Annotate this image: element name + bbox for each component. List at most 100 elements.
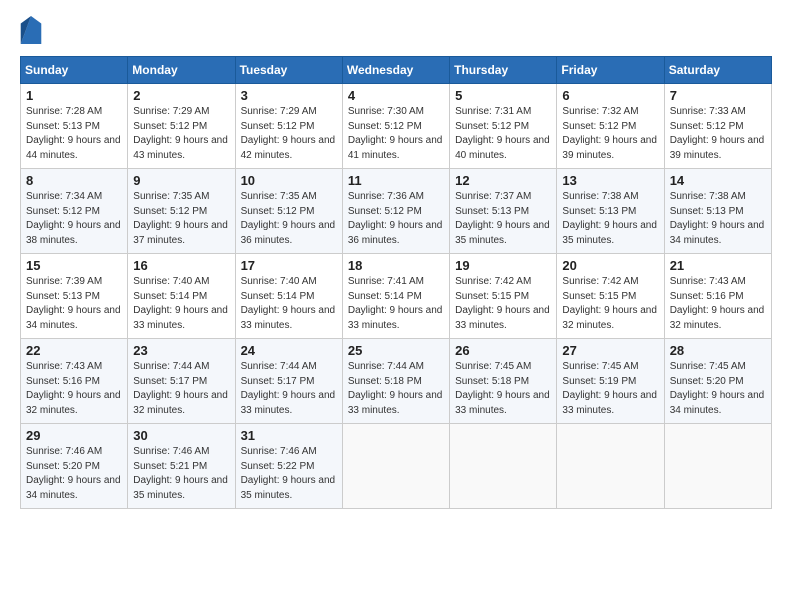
sunrise-label: Sunrise: 7:37 AM	[455, 191, 531, 202]
daylight-label: Daylight: 9 hours and 35 minutes.	[455, 220, 550, 246]
weekday-header: Monday	[128, 57, 235, 84]
daylight-label: Daylight: 9 hours and 35 minutes.	[241, 475, 336, 501]
page: SundayMondayTuesdayWednesdayThursdayFrid…	[0, 0, 792, 612]
day-number: 5	[455, 88, 551, 103]
sunset-label: Sunset: 5:13 PM	[562, 206, 636, 217]
day-number: 23	[133, 343, 229, 358]
daylight-label: Daylight: 9 hours and 40 minutes.	[455, 135, 550, 161]
day-number: 21	[670, 258, 766, 273]
daylight-label: Daylight: 9 hours and 42 minutes.	[241, 135, 336, 161]
sunset-label: Sunset: 5:20 PM	[670, 376, 744, 387]
calendar-week-row: 29 Sunrise: 7:46 AM Sunset: 5:20 PM Dayl…	[21, 424, 772, 509]
calendar-day-cell	[450, 424, 557, 509]
calendar-day-cell: 12 Sunrise: 7:37 AM Sunset: 5:13 PM Dayl…	[450, 169, 557, 254]
day-info: Sunrise: 7:44 AM Sunset: 5:18 PM Dayligh…	[348, 360, 444, 418]
sunrise-label: Sunrise: 7:45 AM	[562, 361, 638, 372]
sunrise-label: Sunrise: 7:38 AM	[562, 191, 638, 202]
daylight-label: Daylight: 9 hours and 33 minutes.	[455, 390, 550, 416]
day-number: 3	[241, 88, 337, 103]
day-info: Sunrise: 7:37 AM Sunset: 5:13 PM Dayligh…	[455, 190, 551, 248]
weekday-header: Wednesday	[342, 57, 449, 84]
day-info: Sunrise: 7:42 AM Sunset: 5:15 PM Dayligh…	[455, 275, 551, 333]
day-info: Sunrise: 7:44 AM Sunset: 5:17 PM Dayligh…	[133, 360, 229, 418]
day-info: Sunrise: 7:46 AM Sunset: 5:21 PM Dayligh…	[133, 445, 229, 503]
sunset-label: Sunset: 5:12 PM	[455, 121, 529, 132]
daylight-label: Daylight: 9 hours and 36 minutes.	[348, 220, 443, 246]
day-number: 10	[241, 173, 337, 188]
day-number: 28	[670, 343, 766, 358]
weekday-header: Friday	[557, 57, 664, 84]
sunrise-label: Sunrise: 7:33 AM	[670, 106, 746, 117]
day-number: 13	[562, 173, 658, 188]
daylight-label: Daylight: 9 hours and 39 minutes.	[670, 135, 765, 161]
sunrise-label: Sunrise: 7:30 AM	[348, 106, 424, 117]
day-number: 12	[455, 173, 551, 188]
sunset-label: Sunset: 5:21 PM	[133, 461, 207, 472]
day-number: 7	[670, 88, 766, 103]
sunset-label: Sunset: 5:16 PM	[26, 376, 100, 387]
calendar-day-cell: 19 Sunrise: 7:42 AM Sunset: 5:15 PM Dayl…	[450, 254, 557, 339]
day-info: Sunrise: 7:40 AM Sunset: 5:14 PM Dayligh…	[133, 275, 229, 333]
sunrise-label: Sunrise: 7:44 AM	[348, 361, 424, 372]
day-info: Sunrise: 7:40 AM Sunset: 5:14 PM Dayligh…	[241, 275, 337, 333]
day-number: 1	[26, 88, 122, 103]
sunset-label: Sunset: 5:18 PM	[455, 376, 529, 387]
sunset-label: Sunset: 5:12 PM	[133, 206, 207, 217]
daylight-label: Daylight: 9 hours and 34 minutes.	[670, 220, 765, 246]
daylight-label: Daylight: 9 hours and 44 minutes.	[26, 135, 121, 161]
sunrise-label: Sunrise: 7:46 AM	[241, 446, 317, 457]
sunset-label: Sunset: 5:13 PM	[26, 291, 100, 302]
sunrise-label: Sunrise: 7:31 AM	[455, 106, 531, 117]
calendar-week-row: 8 Sunrise: 7:34 AM Sunset: 5:12 PM Dayli…	[21, 169, 772, 254]
sunset-label: Sunset: 5:18 PM	[348, 376, 422, 387]
calendar-day-cell: 20 Sunrise: 7:42 AM Sunset: 5:15 PM Dayl…	[557, 254, 664, 339]
day-info: Sunrise: 7:43 AM Sunset: 5:16 PM Dayligh…	[670, 275, 766, 333]
weekday-header: Thursday	[450, 57, 557, 84]
daylight-label: Daylight: 9 hours and 34 minutes.	[670, 390, 765, 416]
sunset-label: Sunset: 5:14 PM	[348, 291, 422, 302]
daylight-label: Daylight: 9 hours and 33 minutes.	[241, 390, 336, 416]
calendar-day-cell: 21 Sunrise: 7:43 AM Sunset: 5:16 PM Dayl…	[664, 254, 771, 339]
day-info: Sunrise: 7:29 AM Sunset: 5:12 PM Dayligh…	[133, 105, 229, 163]
calendar-day-cell	[664, 424, 771, 509]
calendar-day-cell: 26 Sunrise: 7:45 AM Sunset: 5:18 PM Dayl…	[450, 339, 557, 424]
day-number: 22	[26, 343, 122, 358]
day-info: Sunrise: 7:41 AM Sunset: 5:14 PM Dayligh…	[348, 275, 444, 333]
sunset-label: Sunset: 5:13 PM	[455, 206, 529, 217]
sunrise-label: Sunrise: 7:43 AM	[670, 276, 746, 287]
daylight-label: Daylight: 9 hours and 37 minutes.	[133, 220, 228, 246]
sunset-label: Sunset: 5:15 PM	[455, 291, 529, 302]
daylight-label: Daylight: 9 hours and 38 minutes.	[26, 220, 121, 246]
calendar-day-cell: 29 Sunrise: 7:46 AM Sunset: 5:20 PM Dayl…	[21, 424, 128, 509]
day-number: 29	[26, 428, 122, 443]
day-info: Sunrise: 7:44 AM Sunset: 5:17 PM Dayligh…	[241, 360, 337, 418]
daylight-label: Daylight: 9 hours and 35 minutes.	[133, 475, 228, 501]
sunset-label: Sunset: 5:12 PM	[348, 206, 422, 217]
calendar-day-cell: 2 Sunrise: 7:29 AM Sunset: 5:12 PM Dayli…	[128, 84, 235, 169]
calendar-day-cell: 31 Sunrise: 7:46 AM Sunset: 5:22 PM Dayl…	[235, 424, 342, 509]
calendar-day-cell: 11 Sunrise: 7:36 AM Sunset: 5:12 PM Dayl…	[342, 169, 449, 254]
daylight-label: Daylight: 9 hours and 43 minutes.	[133, 135, 228, 161]
day-info: Sunrise: 7:46 AM Sunset: 5:22 PM Dayligh…	[241, 445, 337, 503]
day-info: Sunrise: 7:33 AM Sunset: 5:12 PM Dayligh…	[670, 105, 766, 163]
sunset-label: Sunset: 5:14 PM	[241, 291, 315, 302]
day-number: 8	[26, 173, 122, 188]
day-number: 20	[562, 258, 658, 273]
day-number: 31	[241, 428, 337, 443]
weekday-header: Sunday	[21, 57, 128, 84]
sunrise-label: Sunrise: 7:40 AM	[241, 276, 317, 287]
sunset-label: Sunset: 5:17 PM	[133, 376, 207, 387]
sunrise-label: Sunrise: 7:29 AM	[241, 106, 317, 117]
logo	[20, 16, 48, 44]
daylight-label: Daylight: 9 hours and 35 minutes.	[562, 220, 657, 246]
day-info: Sunrise: 7:30 AM Sunset: 5:12 PM Dayligh…	[348, 105, 444, 163]
day-number: 18	[348, 258, 444, 273]
sunset-label: Sunset: 5:12 PM	[241, 121, 315, 132]
day-info: Sunrise: 7:31 AM Sunset: 5:12 PM Dayligh…	[455, 105, 551, 163]
calendar-day-cell: 14 Sunrise: 7:38 AM Sunset: 5:13 PM Dayl…	[664, 169, 771, 254]
calendar-day-cell: 3 Sunrise: 7:29 AM Sunset: 5:12 PM Dayli…	[235, 84, 342, 169]
daylight-label: Daylight: 9 hours and 41 minutes.	[348, 135, 443, 161]
sunrise-label: Sunrise: 7:42 AM	[562, 276, 638, 287]
calendar-day-cell: 1 Sunrise: 7:28 AM Sunset: 5:13 PM Dayli…	[21, 84, 128, 169]
sunrise-label: Sunrise: 7:38 AM	[670, 191, 746, 202]
